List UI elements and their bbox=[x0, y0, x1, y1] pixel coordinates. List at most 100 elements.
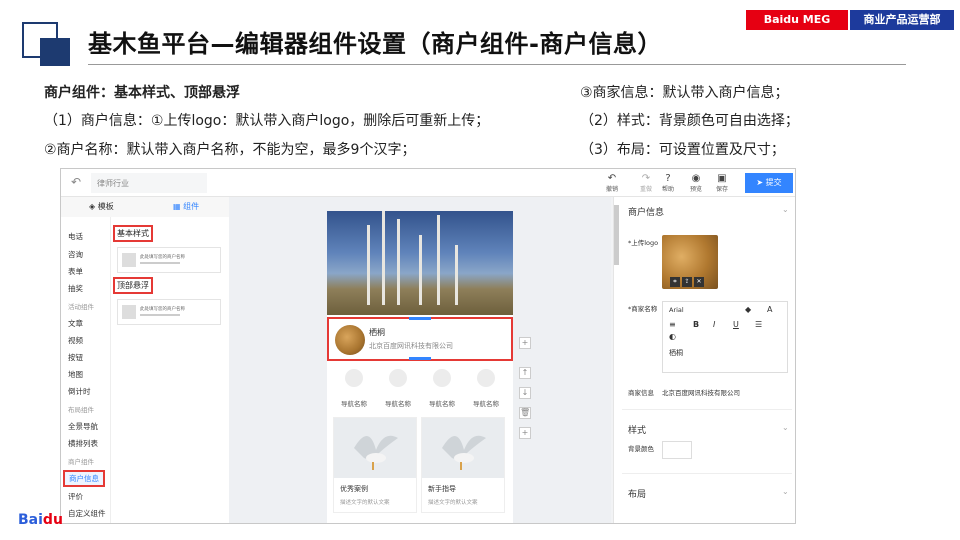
image-placeholder-icon bbox=[122, 305, 136, 319]
category-item[interactable]: 按钮 bbox=[68, 352, 83, 363]
phone-preview: 栖桐 北京百度网讯科技有限公司 导航名称 导航名称 导航名称 导航名称 优秀案例… bbox=[327, 211, 513, 523]
nav-item[interactable]: 导航名称 bbox=[463, 367, 509, 410]
section-basic-style[interactable]: 基本样式 bbox=[113, 225, 153, 242]
card-subtitle: 描述文字的默认文案 bbox=[340, 500, 390, 506]
help-button[interactable]: ? 帮助 bbox=[657, 173, 679, 193]
category-item[interactable]: 文章 bbox=[68, 318, 83, 329]
image-placeholder-icon bbox=[122, 253, 136, 267]
card-title: 新手指导 bbox=[428, 485, 456, 493]
category-item[interactable]: 评价 bbox=[68, 491, 83, 502]
align-icon[interactable]: ≡ bbox=[669, 320, 676, 329]
merchant-info-component[interactable]: 栖桐 北京百度网讯科技有限公司 bbox=[327, 317, 513, 361]
preview-button[interactable]: ◉ 预览 bbox=[685, 173, 707, 193]
undo-button[interactable]: ↶ 撤销 bbox=[601, 173, 623, 193]
resize-handle-top[interactable] bbox=[409, 317, 431, 320]
preview-canvas: 栖桐 北京百度网讯科技有限公司 导航名称 导航名称 导航名称 导航名称 优秀案例… bbox=[229, 197, 611, 523]
save-button[interactable]: ▣ 保存 bbox=[711, 173, 733, 193]
merchant-company: 北京百度网讯科技有限公司 bbox=[369, 342, 453, 350]
bold-icon[interactable]: B bbox=[693, 320, 699, 329]
chevron-down-icon[interactable]: ⌄ bbox=[782, 487, 789, 496]
settings-panel: 商户信息 ⌄ *上传logo ⌗ ⇪ ✕ *商家名称 Arial ◆ A ≡ B… bbox=[613, 197, 795, 523]
submit-button[interactable]: ➤ 提交 bbox=[745, 173, 793, 193]
style-heading: 样式 bbox=[628, 426, 647, 436]
rich-text-editor[interactable]: Arial ◆ A ≡ B I U ☰ ◐ 栖桐 bbox=[662, 301, 788, 373]
card-title: 优秀案例 bbox=[340, 485, 368, 493]
font-select[interactable]: Arial bbox=[669, 306, 684, 314]
back-icon[interactable]: ↶ bbox=[71, 175, 81, 189]
category-item[interactable]: 咨询 bbox=[68, 249, 83, 260]
category-item-merchant-info[interactable]: 商户信息 bbox=[63, 470, 105, 487]
editor-window: ↶ ↶撤销 ↷重做 ?帮助 ◉预览 ▣保存 ➤ 提交 ◈ 模板 ▦ 组件 电话 … bbox=[60, 168, 796, 524]
category-item[interactable]: 横排列表 bbox=[68, 438, 98, 449]
left-tabs: ◈ 模板 ▦ 组件 bbox=[61, 197, 229, 217]
nav-row: 导航名称 导航名称 导航名称 导航名称 bbox=[327, 367, 513, 408]
save-icon: ▣ bbox=[717, 173, 727, 184]
text-color-icon[interactable]: ◆ bbox=[745, 305, 751, 314]
category-item[interactable]: 抽奖 bbox=[68, 283, 83, 294]
category-item[interactable]: 自定义组件 bbox=[68, 508, 106, 519]
editor-topbar: ↶ ↶撤销 ↷重做 ?帮助 ◉预览 ▣保存 ➤ 提交 bbox=[61, 169, 795, 197]
section-top-floating[interactable]: 顶部悬浮 bbox=[113, 277, 153, 294]
component-card-basic[interactable]: 此处填写您的商户名称 bbox=[117, 247, 221, 273]
move-down-button[interactable]: ↓ bbox=[519, 387, 531, 399]
delete-icon[interactable]: ✕ bbox=[694, 277, 704, 287]
content-card[interactable]: 新手指导 描述文字的默认文案 bbox=[421, 417, 505, 513]
brand-badge-meg: Baidu MEG bbox=[746, 10, 848, 30]
merchant-name-input[interactable]: 栖桐 bbox=[669, 348, 683, 358]
image-icon bbox=[345, 369, 363, 387]
nav-item[interactable]: 导航名称 bbox=[419, 367, 465, 410]
description-line-5: （3）布局：可设置位置及尺寸； bbox=[580, 142, 785, 158]
image-icon bbox=[477, 369, 495, 387]
resize-handle-bottom[interactable] bbox=[409, 357, 431, 360]
category-item[interactable]: 表单 bbox=[68, 266, 83, 277]
replace-icon[interactable]: ⇪ bbox=[682, 277, 692, 287]
category-item[interactable]: 电话 bbox=[68, 231, 83, 242]
underline-icon[interactable]: U bbox=[733, 320, 739, 329]
move-up-button[interactable]: ↑ bbox=[519, 367, 531, 379]
tab-component[interactable]: ▦ 组件 bbox=[173, 201, 199, 212]
redo-icon: ↷ bbox=[641, 173, 651, 184]
image-icon bbox=[433, 369, 451, 387]
nav-item[interactable]: 导航名称 bbox=[375, 367, 421, 410]
component-panel: 基本样式 此处填写您的商户名称 顶部悬浮 此处填写您的商户名称 bbox=[111, 217, 229, 523]
card-subtitle: 描述文字的默认文案 bbox=[428, 500, 478, 506]
merchant-name: 栖桐 bbox=[369, 328, 385, 337]
content-card[interactable]: 优秀案例 描述文字的默认文案 bbox=[333, 417, 417, 513]
seagull-image bbox=[334, 418, 416, 478]
scrollbar[interactable] bbox=[614, 205, 619, 265]
title-underline bbox=[88, 64, 906, 65]
upload-logo-label: *上传logo bbox=[628, 239, 659, 247]
add-above-button[interactable]: + bbox=[519, 337, 531, 349]
help-icon: ? bbox=[665, 173, 671, 184]
slide-logo-square-fill bbox=[40, 38, 70, 66]
slide-logo-squares bbox=[22, 22, 74, 66]
add-below-button[interactable]: + bbox=[519, 427, 531, 439]
tab-template[interactable]: ◈ 模板 bbox=[89, 201, 114, 212]
line-height-icon[interactable]: ☰ bbox=[755, 320, 762, 329]
category-group: 布局组件 bbox=[68, 406, 94, 414]
hero-image bbox=[327, 211, 513, 315]
chevron-down-icon[interactable]: ⌄ bbox=[782, 423, 789, 432]
description-line-2: ②商户名称：默认带入商户名称，不能为空，最多9个汉字； bbox=[44, 142, 416, 158]
merchant-info-heading: 商户信息 bbox=[628, 208, 665, 218]
image-icon bbox=[389, 369, 407, 387]
category-item[interactable]: 地图 bbox=[68, 369, 83, 380]
font-size-icon[interactable]: A bbox=[767, 305, 772, 314]
category-item[interactable]: 全景导航 bbox=[68, 421, 98, 432]
category-list: 电话 咨询 表单 抽奖 活动组件 文章 视频 按钮 地图 倒计时 布局组件 全景… bbox=[61, 217, 111, 523]
category-item[interactable]: 视频 bbox=[68, 335, 83, 346]
merchant-logo bbox=[335, 325, 365, 355]
industry-input[interactable] bbox=[91, 173, 207, 193]
seagull-image bbox=[422, 418, 504, 478]
list-icon[interactable]: ◐ bbox=[669, 332, 676, 341]
italic-icon[interactable]: I bbox=[713, 320, 715, 329]
category-item[interactable]: 倒计时 bbox=[68, 386, 91, 397]
bg-color-label: 背景颜色 bbox=[628, 445, 654, 453]
delete-icon[interactable]: 🗑 bbox=[519, 407, 531, 419]
crop-icon[interactable]: ⌗ bbox=[670, 277, 680, 287]
bg-color-picker[interactable] bbox=[662, 441, 692, 459]
redo-button[interactable]: ↷ 重做 bbox=[635, 173, 657, 193]
component-card-floating[interactable]: 此处填写您的商户名称 bbox=[117, 299, 221, 325]
nav-item[interactable]: 导航名称 bbox=[331, 367, 377, 410]
chevron-down-icon[interactable]: ⌄ bbox=[782, 205, 789, 214]
